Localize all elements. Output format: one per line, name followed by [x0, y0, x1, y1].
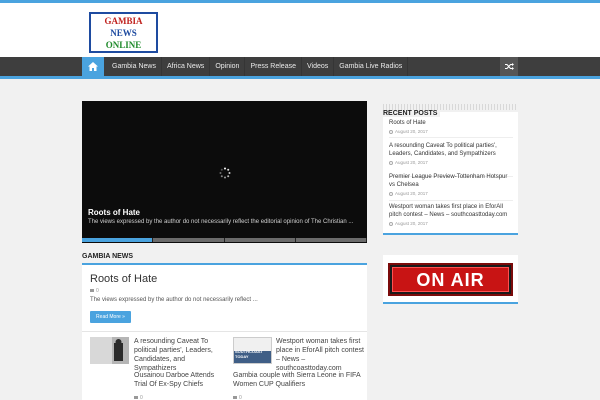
comment-icon [134, 396, 138, 400]
recent-post-date: August 20, 2017 [389, 129, 514, 134]
comment-count[interactable]: 0 [239, 395, 242, 400]
on-air-banner[interactable]: ON AIR [388, 263, 513, 296]
nav-item-opinion[interactable]: Opinion [210, 57, 246, 76]
clock-icon [389, 160, 393, 165]
recent-post-date: August 20, 2017 [389, 221, 514, 226]
shuffle-icon [504, 63, 514, 70]
comment-count[interactable]: 0 [96, 288, 99, 294]
recent-post-title[interactable]: Premier League Preview-Tottenham Hotspur… [389, 173, 514, 189]
post-meta: 0 [134, 395, 229, 400]
slider-tab[interactable] [224, 238, 296, 242]
list-item[interactable]: Ousainou Darboe Attends Trial Of Ex-Spy … [134, 371, 229, 400]
featured-post-title[interactable]: Roots of Hate [90, 273, 157, 285]
recent-post-date: August 20, 2017 [389, 160, 514, 165]
site-header: GAMBIA NEWS ONLINE [0, 3, 600, 57]
post-title[interactable]: Ousainou Darboe Attends Trial Of Ex-Spy … [134, 371, 229, 389]
recent-post-title[interactable]: Westport woman takes first place in Efor… [389, 203, 514, 219]
sidebar-title: Recent Posts [383, 110, 441, 117]
post-thumbnail[interactable] [90, 337, 129, 364]
nav-home-button[interactable] [82, 57, 104, 76]
nav-item-gambia-news[interactable]: Gambia News [107, 57, 162, 76]
recent-post[interactable]: Westport woman takes first place in Efor… [389, 203, 514, 226]
post-title[interactable]: Westport woman takes first place in Efor… [276, 337, 364, 373]
slide-title[interactable]: Roots of Hate [88, 208, 140, 217]
featured-slider[interactable]: Roots of Hate The views expressed by the… [82, 101, 367, 243]
random-article-button[interactable] [500, 57, 518, 76]
post-thumbnail[interactable]: SOUTHCOAST TODAY [233, 337, 272, 364]
on-air-widget: ON AIR [383, 255, 518, 304]
post-title[interactable]: Gambia couple with Sierra Leone in FIFA … [233, 371, 363, 389]
slider-tab[interactable] [82, 238, 154, 242]
on-air-text: ON AIR [392, 267, 509, 292]
section-heading-gambia-news[interactable]: Gambia News [82, 253, 367, 263]
home-icon [88, 62, 98, 71]
slider-tab[interactable] [153, 238, 225, 242]
nav-item-gambia-live-radios[interactable]: Gambia Live Radios [334, 57, 409, 76]
post-title[interactable]: A resounding Caveat To political parties… [134, 337, 229, 373]
slider-tab[interactable] [295, 238, 367, 242]
recent-post-title[interactable]: A resounding Caveat To political parties… [389, 142, 514, 158]
thumbnail-text: SOUTHCOAST TODAY [235, 349, 263, 359]
featured-post-excerpt: The views expressed by the author do not… [90, 297, 258, 303]
recent-post-date: August 20, 2017 [389, 191, 514, 196]
thumbnail-image [90, 337, 129, 364]
read-more-button[interactable]: Read More » [90, 311, 131, 323]
slide-excerpt: The views expressed by the author do not… [88, 219, 354, 225]
list-item[interactable]: A resounding Caveat To political parties… [134, 337, 229, 373]
comment-icon [90, 289, 94, 293]
slider-pagination [82, 238, 367, 242]
gambia-news-box: Roots of Hate 0 The views expressed by t… [82, 265, 367, 400]
recent-posts-widget: Roots of Hate August 20, 2017 A resoundi… [383, 112, 518, 235]
list-item[interactable]: Gambia couple with Sierra Leone in FIFA … [233, 371, 363, 400]
main-nav: Gambia News Africa News Opinion Press Re… [0, 57, 600, 79]
comment-count[interactable]: 0 [140, 395, 143, 400]
nav-items: Gambia News Africa News Opinion Press Re… [107, 57, 409, 76]
nav-item-press-release[interactable]: Press Release [245, 57, 302, 76]
divider [389, 200, 513, 201]
post-meta: 0 [233, 395, 363, 400]
clock-icon [389, 191, 393, 196]
divider [82, 331, 367, 332]
logo-line-2: NEWS [110, 28, 137, 38]
divider [389, 137, 513, 138]
recent-post[interactable]: A resounding Caveat To political parties… [389, 142, 514, 165]
comment-icon [233, 396, 237, 400]
nav-item-africa-news[interactable]: Africa News [162, 57, 211, 76]
logo-line-1: GAMBIA [104, 16, 143, 26]
sidebar-heading: Recent Posts [383, 102, 518, 117]
recent-post[interactable]: Premier League Preview-Tottenham Hotspur… [389, 173, 514, 196]
recent-post[interactable]: Roots of Hate August 20, 2017 [389, 119, 514, 134]
recent-post-title[interactable]: Roots of Hate [389, 119, 514, 127]
loading-spinner-icon [219, 167, 231, 179]
logo-line-3: ONLINE [105, 40, 142, 50]
site-logo[interactable]: GAMBIA NEWS ONLINE [89, 12, 158, 53]
list-item[interactable]: Westport woman takes first place in Efor… [276, 337, 364, 373]
nav-item-videos[interactable]: Videos [302, 57, 335, 76]
featured-post-meta: 0 [90, 288, 99, 294]
clock-icon [389, 129, 393, 134]
clock-icon [389, 221, 393, 226]
